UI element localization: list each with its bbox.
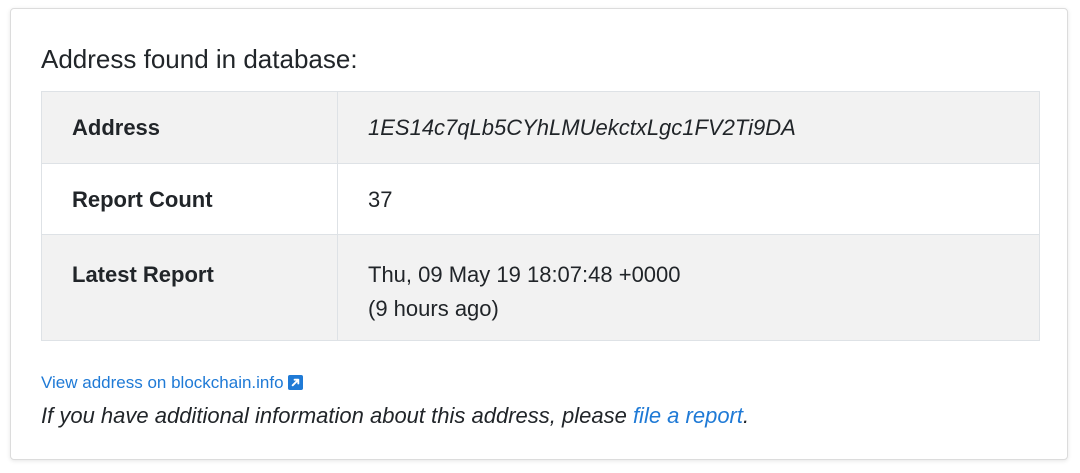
latest-report-label: Latest Report <box>41 234 338 341</box>
additional-info-note: If you have additional information about… <box>41 401 749 431</box>
address-info-table: Address 1ES14c7qLb5CYhLMUekctxLgc1FV2Ti9… <box>41 91 1040 341</box>
table-row-address: Address 1ES14c7qLb5CYhLMUekctxLgc1FV2Ti9… <box>41 91 1040 164</box>
address-label: Address <box>41 91 338 164</box>
latest-report-label-text: Latest Report <box>72 262 214 287</box>
blockchain-info-link[interactable]: View address on blockchain.info <box>41 372 303 394</box>
external-link-icon <box>287 375 303 390</box>
address-value: 1ES14c7qLb5CYhLMUekctxLgc1FV2Ti9DA <box>337 91 1040 164</box>
latest-report-date: Thu, 09 May 19 18:07:48 +0000 <box>368 262 681 287</box>
file-report-link[interactable]: file a report <box>633 403 743 428</box>
note-prefix: If you have additional information about… <box>41 403 633 428</box>
result-heading: Address found in database: <box>41 44 358 74</box>
latest-report-relative: (9 hours ago) <box>368 296 499 321</box>
blockchain-info-link-label: View address on blockchain.info <box>41 373 284 392</box>
address-result-card: Address found in database: Address 1ES14… <box>10 8 1068 460</box>
table-row-latest-report: Latest Report Thu, 09 May 19 18:07:48 +0… <box>41 234 1040 341</box>
note-suffix: . <box>743 403 750 428</box>
report-count-label: Report Count <box>41 163 338 235</box>
latest-report-value: Thu, 09 May 19 18:07:48 +0000 (9 hours a… <box>337 234 1040 341</box>
report-count-value: 37 <box>337 163 1040 235</box>
table-row-report-count: Report Count 37 <box>41 163 1040 235</box>
